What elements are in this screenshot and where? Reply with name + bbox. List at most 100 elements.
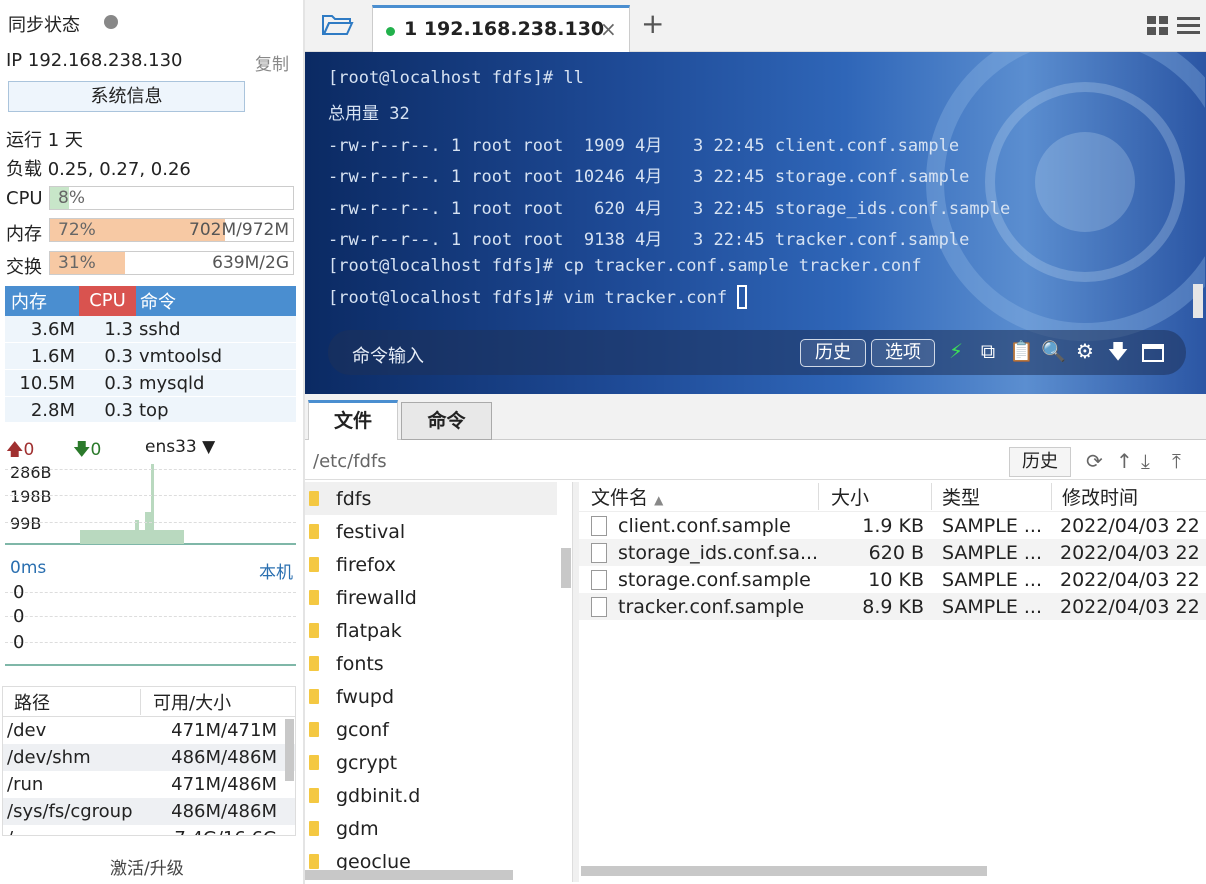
open-folder-icon[interactable] <box>321 12 354 37</box>
disk-header-size[interactable]: 可用/大小 <box>141 689 231 715</box>
folder-icon <box>309 656 319 671</box>
file-mtime: 2022/04/03 22 <box>1060 595 1200 618</box>
path-history-button[interactable]: 历史 <box>1009 447 1071 477</box>
disk-path: / <box>3 828 153 835</box>
process-row[interactable]: 10.5M 0.3 mysqld <box>5 370 296 397</box>
fullscreen-icon[interactable] <box>1142 344 1164 362</box>
file-icon <box>591 515 607 536</box>
disk-row[interactable]: /7.4G/16.6G <box>3 825 295 835</box>
file-row[interactable]: tracker.conf.sample 8.9 KB SAMPLE ... 2022/… <box>579 593 1206 620</box>
tab-files[interactable]: 文件 <box>308 400 398 441</box>
swap-value: 639M/2G <box>212 253 289 273</box>
folder-tree-item[interactable]: fonts <box>305 647 572 680</box>
terminal-line: 总用量 32 <box>328 104 410 125</box>
proc-header-cmd[interactable]: 命令 <box>136 288 176 314</box>
file-list-header: 文件名 ▲ 大小 类型 修改时间 <box>579 482 1206 512</box>
disk-row[interactable]: /dev/shm 486M/486M <box>3 744 295 771</box>
file-hscrollbar[interactable] <box>581 866 987 876</box>
left-panel: 同步状态 IP 192.168.238.130 复制 系统信息 运行 1 天 负… <box>0 0 303 884</box>
column-type[interactable]: 类型 <box>932 483 1052 510</box>
folder-tree-item[interactable]: fdfs <box>305 482 557 515</box>
chevron-down-icon: ▼ <box>202 437 216 457</box>
folder-tree-item[interactable]: fwupd <box>305 680 572 713</box>
arrow-down-icon[interactable]: 🡇 <box>1107 340 1129 362</box>
folder-tree-item[interactable]: gdbinit.d <box>305 779 572 812</box>
refresh-icon[interactable]: ⟳ <box>1086 449 1103 473</box>
proc-cmd: sshd <box>139 318 181 340</box>
folder-tree-item[interactable]: festival <box>305 515 572 548</box>
system-info-button[interactable]: 系统信息 <box>8 81 245 112</box>
process-row[interactable]: 1.6M 0.3 vmtoolsd <box>5 343 296 370</box>
proc-header-cpu[interactable]: CPU <box>79 286 136 316</box>
new-tab-button[interactable]: + <box>641 7 664 40</box>
tab-commands[interactable]: 命令 <box>401 402 492 440</box>
sync-status-dot <box>104 15 118 29</box>
network-chart <box>5 462 296 545</box>
folder-icon <box>309 788 319 803</box>
interface-select[interactable]: ens33 ▼ <box>145 437 215 457</box>
process-row[interactable]: 3.6M 1.3 sshd <box>5 316 296 343</box>
file-name: storage_ids.conf.sa... <box>618 541 819 564</box>
terminal-scrollbar[interactable] <box>1193 284 1203 318</box>
disk-size: 7.4G/16.6G <box>153 828 277 835</box>
tree-scrollbar[interactable] <box>561 548 571 588</box>
upload-value: 0 <box>23 440 35 460</box>
process-rows: 3.6M 1.3 sshd 1.6M 0.3 vmtoolsd 10.5M 0.3 mysqld… <box>5 316 296 424</box>
gear-icon[interactable]: ⚙ <box>1074 340 1096 362</box>
disk-row[interactable]: /run 471M/486M <box>3 771 295 798</box>
disk-path: /sys/fs/cgroup <box>7 801 133 822</box>
proc-mem: 1.6M <box>30 345 75 367</box>
tree-hscrollbar[interactable] <box>305 870 513 880</box>
swap-label: 交换 <box>6 257 42 278</box>
ip-label: IP 192.168.238.130 <box>6 50 183 71</box>
column-size[interactable]: 大小 <box>819 483 932 510</box>
disk-row[interactable]: /dev 471M/471M <box>3 717 295 744</box>
path-input[interactable]: /etc/fdfs <box>313 451 387 472</box>
process-row[interactable]: 2.8M 0.3 top <box>5 397 296 424</box>
menu-icon[interactable] <box>1177 14 1201 36</box>
upload-icon[interactable]: ⤒ <box>1172 449 1181 473</box>
up-directory-icon[interactable]: ↑ <box>1116 449 1133 473</box>
folder-tree-item[interactable]: gconf <box>305 713 572 746</box>
disk-scrollbar[interactable] <box>285 719 294 781</box>
disk-header-path[interactable]: 路径 <box>3 688 141 715</box>
terminal-area[interactable]: [root@localhost fdfs]# ll 总用量 32 -rw-r--r-… <box>305 52 1206 394</box>
command-input-bar[interactable]: 命令输入 历史 选项 ⚡ ⧉ 📋 🔍 ⚙ 🡇 <box>328 330 1186 375</box>
folder-tree-item[interactable]: flatpak <box>305 614 572 647</box>
paste-icon[interactable]: 📋 <box>1009 340 1034 362</box>
close-tab-icon[interactable]: × <box>600 17 617 41</box>
file-row[interactable]: client.conf.sample 1.9 KB SAMPLE ... 2022/0… <box>579 512 1206 539</box>
disk-size: 486M/486M <box>171 801 277 822</box>
copy-icon[interactable]: ⧉ <box>977 340 999 362</box>
session-tab[interactable]: 1 192.168.238.130 × <box>372 5 630 52</box>
latency-ms: 0ms <box>10 558 47 578</box>
folder-tree-item[interactable]: gcrypt <box>305 746 572 779</box>
lightning-icon[interactable]: ⚡ <box>945 340 967 362</box>
cpu-percent: 8% <box>58 188 85 208</box>
download-value: 0 <box>90 440 102 460</box>
copy-ip-button[interactable]: 复制 <box>255 50 289 75</box>
command-options-button[interactable]: 选项 <box>871 339 935 367</box>
folder-tree: fdfs festival firefox firewalld flatpak fonts… <box>305 482 573 882</box>
column-mtime[interactable]: 修改时间 <box>1052 483 1138 510</box>
folder-icon <box>309 854 319 869</box>
folder-tree-items: fdfs festival firefox firewalld flatpak fonts… <box>305 482 572 878</box>
command-history-button[interactable]: 历史 <box>800 339 866 367</box>
search-icon[interactable]: 🔍 <box>1041 340 1066 362</box>
session-tab-bar: 1 192.168.238.130 × + <box>305 0 1206 52</box>
folder-tree-item[interactable]: gdm <box>305 812 572 845</box>
download-icon[interactable]: ⤓ <box>1141 449 1150 473</box>
column-name[interactable]: 文件名 ▲ <box>579 483 819 510</box>
folder-tree-item[interactable]: firewalld <box>305 581 572 614</box>
file-row[interactable]: storage_ids.conf.sa... 620 B SAMPLE ... 202… <box>579 539 1206 566</box>
proc-header-mem[interactable]: 内存 <box>5 288 79 314</box>
file-row[interactable]: storage.conf.sample 10 KB SAMPLE ... 2022/0… <box>579 566 1206 593</box>
grid-layout-icon[interactable] <box>1147 14 1169 36</box>
cpu-bar: 8% <box>49 186 294 210</box>
interface-name: ens33 <box>145 437 197 457</box>
disk-row[interactable]: /sys/fs/cgroup 486M/486M <box>3 798 295 825</box>
folder-name: fonts <box>336 652 384 675</box>
activate-upgrade-link[interactable]: 激活/升级 <box>110 854 184 879</box>
mem-label: 内存 <box>6 224 42 245</box>
folder-tree-item[interactable]: firefox <box>305 548 572 581</box>
